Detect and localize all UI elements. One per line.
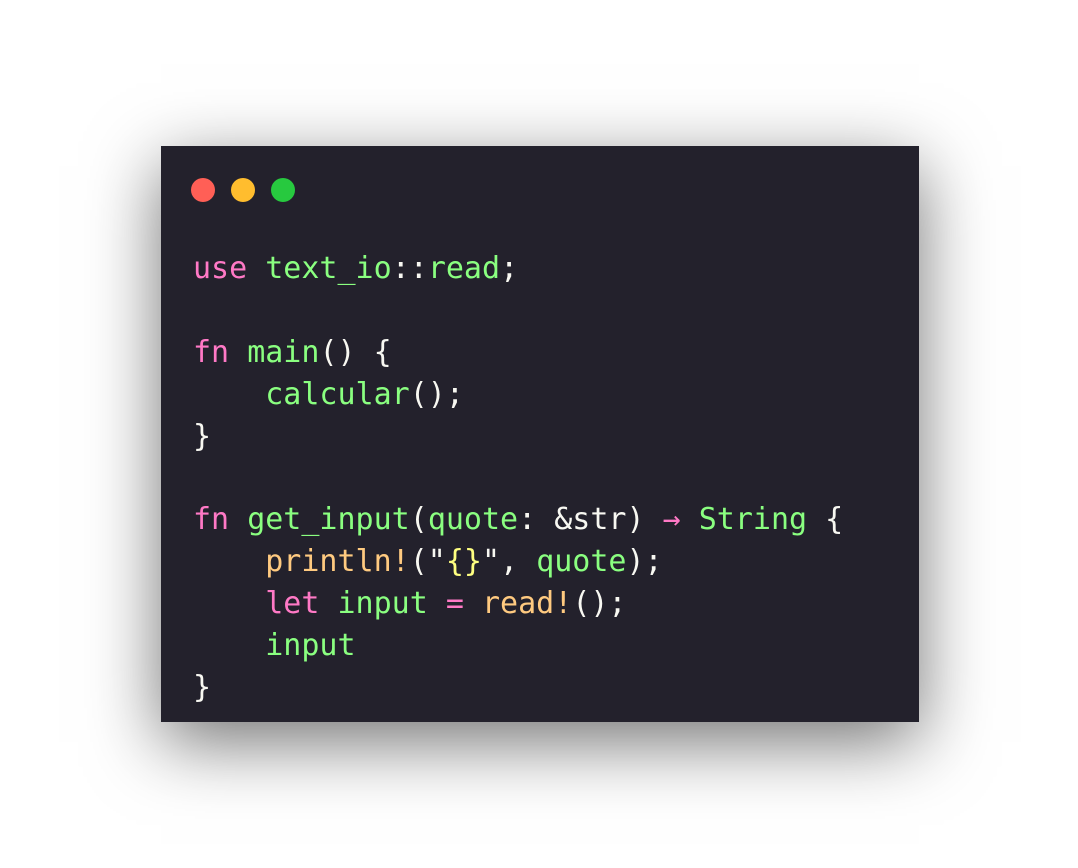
code-line: println!("{}", quote); <box>193 541 843 583</box>
code-token-identifier: text_io <box>265 251 392 286</box>
code-token-keyword: fn <box>193 502 230 538</box>
code-line: use text_io::read; <box>193 248 843 290</box>
zoom-icon[interactable] <box>271 178 295 202</box>
minimize-icon[interactable] <box>231 178 255 202</box>
code-line: fn get_input(quote: &str) → String { <box>193 499 843 541</box>
code-token-format-braces: {} <box>445 544 482 580</box>
code-token-identifier: main <box>247 334 320 370</box>
code-token-plain: (); <box>409 376 464 412</box>
code-token-identifier: get_input <box>247 502 410 538</box>
code-token-plain: :: <box>391 251 428 286</box>
code-line: input <box>193 625 843 667</box>
code-token-macro: println! <box>265 544 410 580</box>
code-token-identifier: String <box>698 502 808 538</box>
code-token-identifier: input <box>337 586 428 622</box>
code-token-plain: ( <box>409 502 428 538</box>
code-token-keyword: let <box>265 586 320 622</box>
code-line: fn main() { <box>193 332 843 374</box>
code-token-macro: read! <box>482 586 573 622</box>
code-line: calcular(); <box>193 374 843 416</box>
code-block: use text_io::read; fn main() { calcular()… <box>193 248 843 709</box>
code-line: } <box>193 416 843 458</box>
code-token-identifier: calcular <box>265 376 410 412</box>
code-token-plain: : &str) <box>518 502 663 538</box>
code-token-plain: ", <box>482 544 537 580</box>
code-token-plain: { <box>807 502 844 538</box>
window-controls <box>191 178 295 202</box>
code-token-plain: (" <box>409 544 446 580</box>
code-line: let input = read!(); <box>193 583 843 625</box>
code-token-plain: } <box>193 669 212 705</box>
code-token-plain: (); <box>572 586 627 622</box>
code-token-plain: ); <box>626 544 663 580</box>
code-token-keyword: use <box>193 251 248 286</box>
code-token-keyword: fn <box>193 334 230 370</box>
code-line: } <box>193 667 843 709</box>
code-token-plain: () { <box>319 334 392 370</box>
code-token-plain: ; <box>500 251 519 286</box>
close-icon[interactable] <box>191 178 215 202</box>
code-window: use text_io::read; fn main() { calcular()… <box>161 146 919 722</box>
code-token-identifier: read <box>427 251 501 286</box>
code-token-identifier: quote <box>427 502 519 538</box>
code-token-plain: } <box>193 418 212 454</box>
code-token-keyword: → <box>662 502 681 538</box>
code-token-keyword: = <box>445 586 464 622</box>
code-token-identifier: quote <box>536 544 627 580</box>
code-token-identifier: input <box>265 628 356 664</box>
